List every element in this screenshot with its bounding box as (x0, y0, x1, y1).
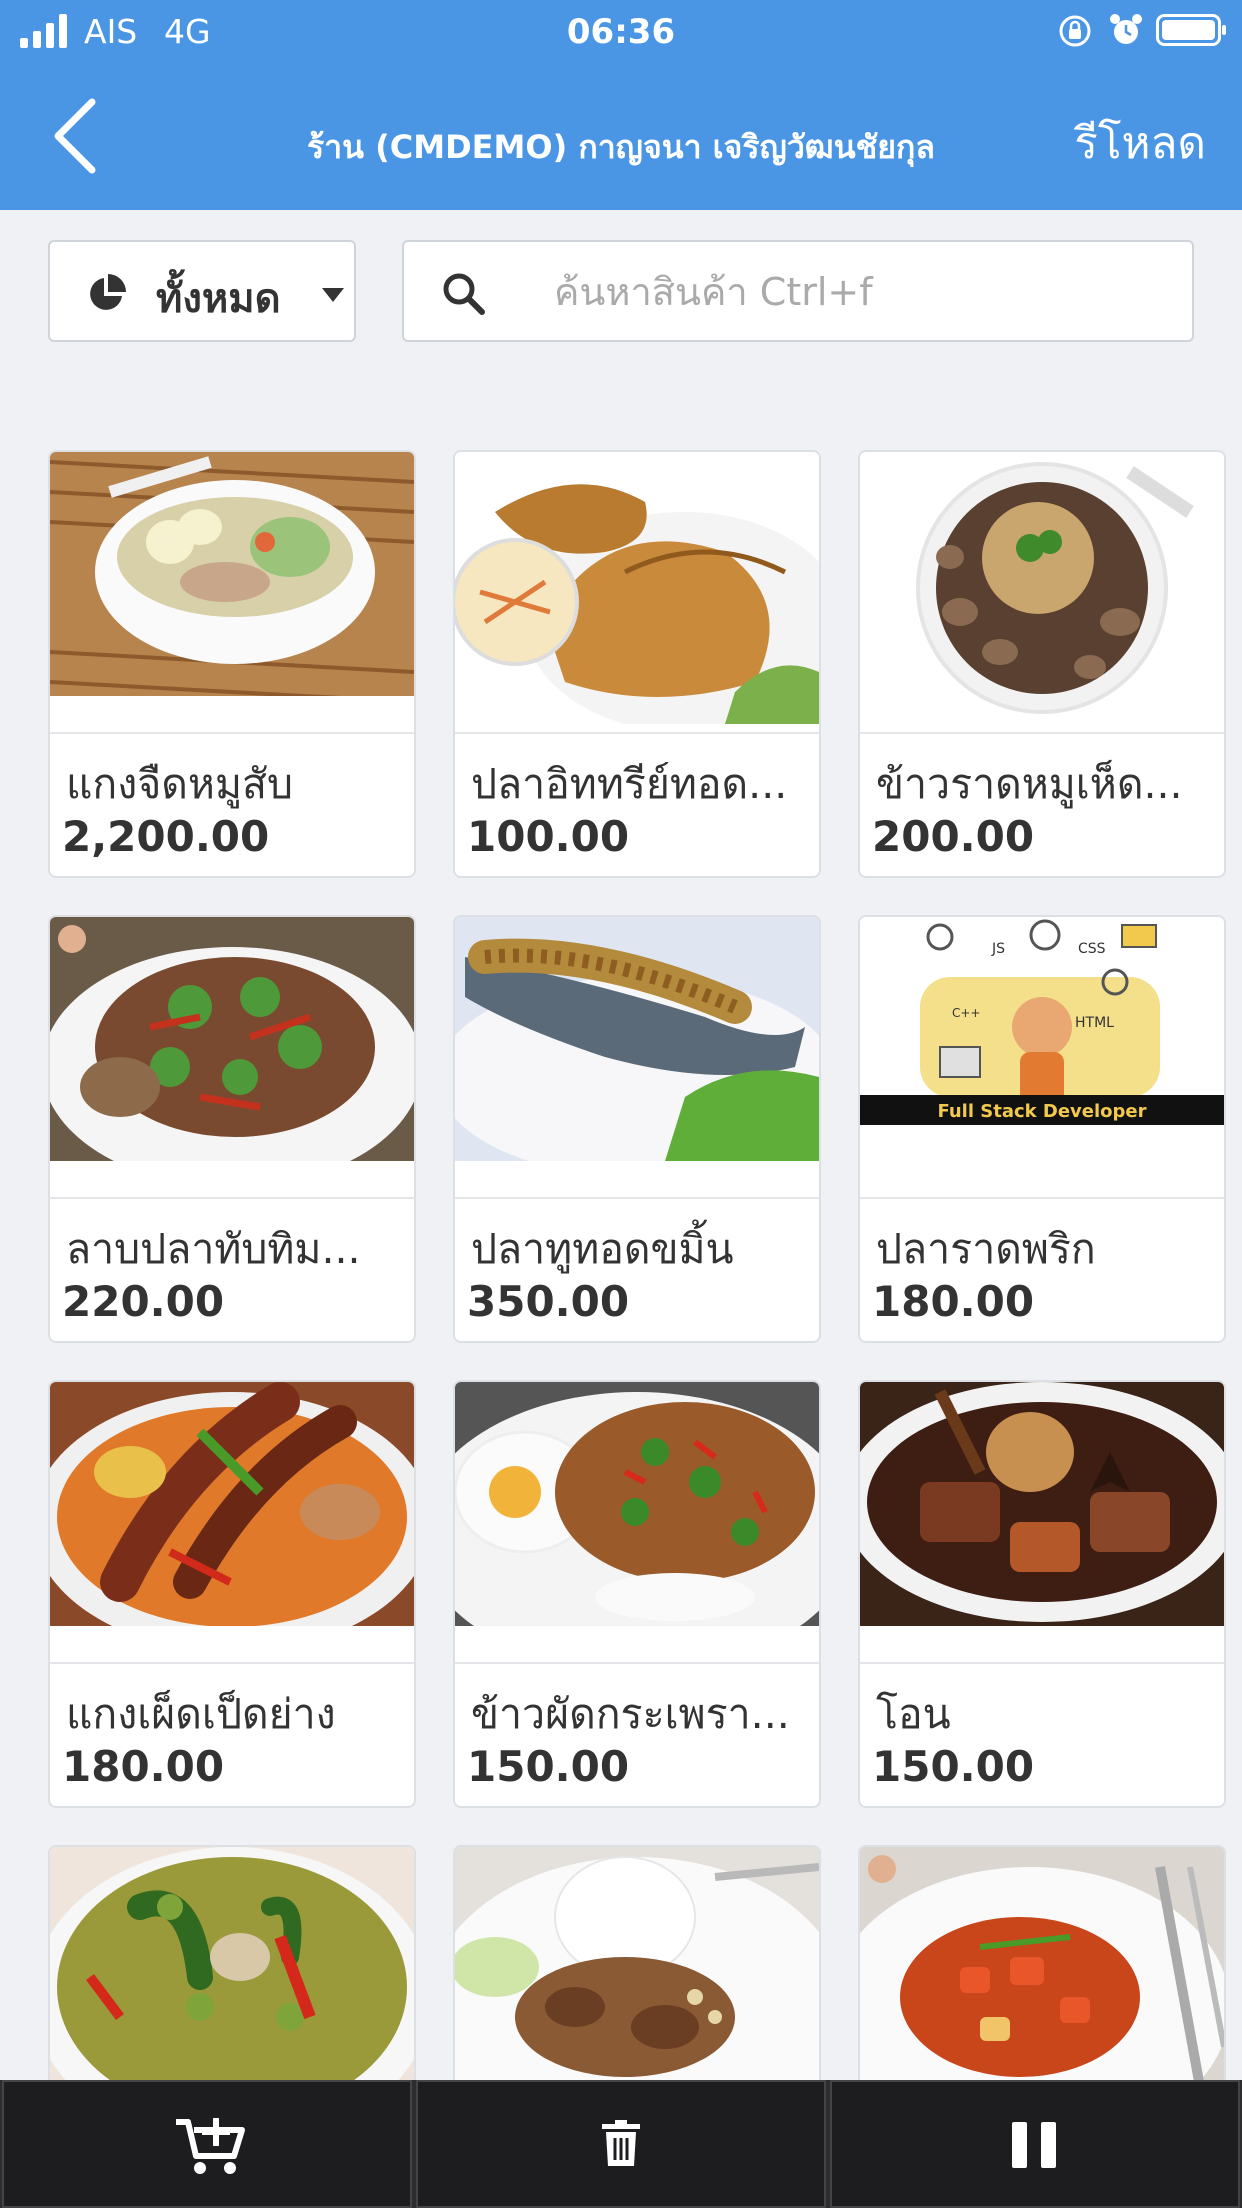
product-image (50, 1847, 414, 2080)
product-card[interactable]: โอน 150.00 (858, 1380, 1226, 1808)
product-name: ปลาทูทอดขมิ้น (471, 1225, 734, 1273)
bottom-toolbar (0, 2080, 1242, 2208)
app-header: AIS 4G 06:36 ร้าน (CMDEMO) กาญจนา เจริญว… (0, 0, 1242, 210)
product-card[interactable]: ปลาอิททรีย์ทอด... 100.00 (453, 450, 821, 878)
product-image (455, 917, 819, 1161)
product-image (50, 1382, 414, 1626)
product-card[interactable]: แกงจืดหมูสับ 2,200.00 (48, 450, 416, 878)
rotation-lock-icon (1059, 15, 1091, 47)
product-card[interactable]: ลาบปลาทับทิม... 220.00 (48, 915, 416, 1343)
product-image (860, 1382, 1224, 1626)
product-card[interactable]: ข้าวผัดกระเพรา... 150.00 (453, 1380, 821, 1808)
product-grid: แกงจืดหมูสับ 2,200.00 ปลาอิททรีย์ทอด... … (48, 450, 1226, 2080)
caret-down-icon (322, 288, 344, 302)
product-price: 180.00 (872, 1277, 1035, 1326)
alarm-icon (1110, 14, 1142, 44)
search-box (402, 240, 1194, 342)
trash-icon (602, 2120, 640, 2166)
product-image (860, 1847, 1224, 2080)
product-image (50, 917, 414, 1161)
category-filter-dropdown[interactable]: ทั้งหมด (48, 240, 356, 342)
product-price: 2,200.00 (62, 812, 270, 861)
product-price: 150.00 (467, 1742, 630, 1791)
image-banner-text: Full Stack Developer (937, 1101, 1146, 1122)
battery-icon (1156, 14, 1226, 46)
pause-button[interactable] (830, 2080, 1240, 2208)
product-name: ปลาราดพริก (876, 1225, 1096, 1273)
product-price: 180.00 (62, 1742, 225, 1791)
product-card[interactable]: ข้าวราดหมูเห็ด... 200.00 (858, 450, 1226, 878)
product-card[interactable]: ปลาทูทอดขมิ้น 350.00 (453, 915, 821, 1343)
image-label-css: CSS (1078, 941, 1106, 957)
image-label-js: JS (991, 941, 1005, 957)
product-card[interactable]: JS CSS HTML C++ Full Stack Developer ปลา… (858, 915, 1226, 1343)
pause-icon (1012, 2122, 1056, 2168)
status-bar: AIS 4G 06:36 (0, 0, 1242, 64)
product-price: 200.00 (872, 812, 1035, 861)
product-name: โอน (876, 1690, 951, 1738)
product-card[interactable] (48, 1845, 416, 2080)
product-image (455, 452, 819, 724)
add-to-cart-icon (176, 2118, 245, 2174)
page-title: ร้าน (CMDEMO) กาญจนา เจริญวัฒนชัยกุล (306, 128, 936, 166)
category-filter-label: ทั้งหมด (156, 276, 281, 322)
product-card[interactable] (858, 1845, 1226, 2080)
pie-chart-icon (90, 274, 126, 310)
clock: 06:36 (566, 12, 676, 52)
product-card[interactable]: แกงเผ็ดเป็ดย่าง 180.00 (48, 1380, 416, 1808)
product-image (455, 1847, 819, 2080)
search-icon (443, 273, 485, 315)
product-image (455, 1382, 819, 1626)
product-price: 150.00 (872, 1742, 1035, 1791)
product-name: ลาบปลาทับทิม... (66, 1225, 361, 1273)
product-price: 350.00 (467, 1277, 630, 1326)
product-name: ข้าวราดหมูเห็ด... (876, 760, 1183, 808)
product-image: JS CSS HTML C++ Full Stack Developer (860, 917, 1224, 1161)
product-image (50, 452, 414, 696)
search-input[interactable] (554, 262, 1154, 322)
product-name: ข้าวผัดกระเพรา... (471, 1690, 790, 1738)
product-price: 100.00 (467, 812, 630, 861)
product-card[interactable] (453, 1845, 821, 2080)
product-price: 220.00 (62, 1277, 225, 1326)
product-name: แกงจืดหมูสับ (66, 760, 294, 808)
product-name: ปลาอิททรีย์ทอด... (471, 760, 788, 808)
product-name: แกงเผ็ดเป็ดย่าง (66, 1690, 336, 1738)
delete-button[interactable] (416, 2080, 826, 2208)
add-to-cart-button[interactable] (2, 2080, 412, 2208)
image-label-html: HTML (1075, 1015, 1114, 1031)
product-image (860, 452, 1224, 724)
image-label-cpp: C++ (952, 1006, 981, 1020)
reload-button[interactable]: รีโหลด (1074, 108, 1206, 178)
